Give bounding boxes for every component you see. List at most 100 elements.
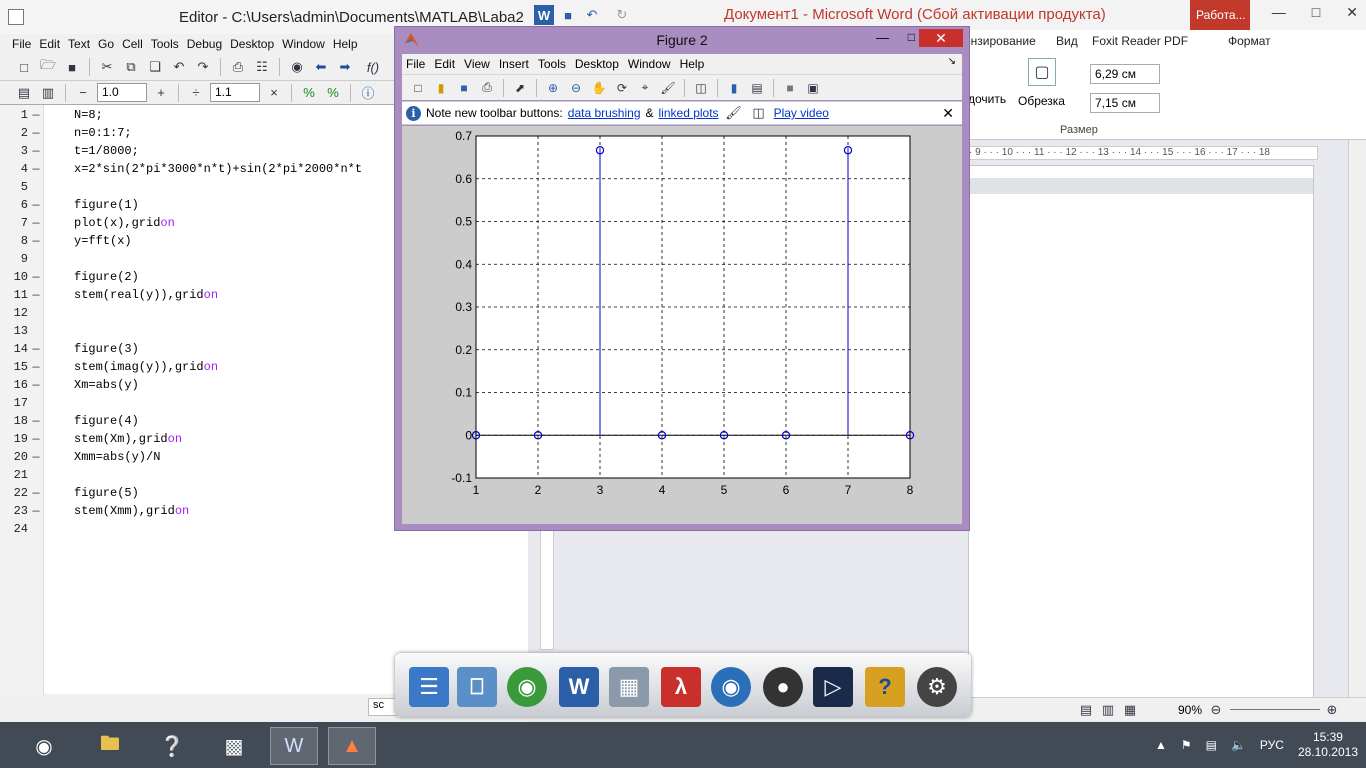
paste-icon[interactable]: ❏ (145, 57, 165, 77)
dock-globe-icon[interactable]: ◉ (711, 667, 751, 707)
fig-menu-desktop[interactable]: Desktop (575, 57, 619, 71)
crop-icon[interactable]: ▢ (1028, 58, 1056, 86)
code-line[interactable]: 2— n=0:1:7; (0, 126, 132, 144)
minus-icon[interactable]: − (73, 83, 93, 103)
code-line[interactable]: 7— plot(x),grid on (0, 216, 175, 234)
crop-label[interactable]: Обрезка (1018, 94, 1065, 108)
full-screen-icon[interactable]: ▥ (1098, 700, 1118, 720)
breakpoint-marker[interactable]: — (28, 486, 44, 500)
code-line[interactable]: 8— y=fft(x) (0, 234, 132, 252)
menu-edit[interactable]: Edit (39, 37, 60, 51)
menu-go[interactable]: Go (98, 37, 114, 51)
tab-review[interactable]: ензирование (964, 34, 1036, 48)
web-layout-icon[interactable]: ▦ (1120, 700, 1140, 720)
maximize-icon[interactable]: □ (1312, 4, 1320, 21)
breakpoint-marker[interactable]: — (28, 360, 44, 374)
zoom-level[interactable]: 90% (1178, 703, 1202, 717)
save-figure-icon[interactable]: ■ (454, 78, 474, 98)
minimize-icon[interactable]: — (876, 30, 889, 45)
code-line[interactable]: 5 (0, 180, 74, 198)
cell-percent-icon[interactable]: % (299, 83, 319, 103)
code-line[interactable]: 19— stem(Xm),grid on (0, 432, 182, 450)
pan-hand-icon[interactable]: ✋ (589, 78, 609, 98)
breakpoint-marker[interactable]: — (28, 378, 44, 392)
breakpoint-marker[interactable]: — (28, 216, 44, 230)
colorbar-icon[interactable]: ▮ (724, 78, 744, 98)
code-line[interactable]: 14— figure(3) (0, 342, 139, 360)
breakpoint-marker[interactable]: — (28, 414, 44, 428)
hide-plot-tools-icon[interactable]: ■ (780, 78, 800, 98)
stem-chart[interactable]: 1 2 3 4 5 6 7 8 -0.1 0 0.1 0.2 0.3 0.4 0.5 0.6 0.7 (402, 126, 962, 524)
figure-titlebar[interactable]: Figure 2 — □ ✕ (395, 27, 969, 53)
word-save-icon[interactable]: ■ (558, 5, 578, 25)
menu-file[interactable]: File (12, 37, 31, 51)
apps-icon[interactable]: ▩ (210, 727, 258, 765)
copy-icon[interactable]: ⧉ (121, 57, 141, 77)
breakpoint-marker[interactable]: — (28, 432, 44, 446)
print-icon[interactable]: ⎙ (228, 57, 248, 77)
breakpoint-marker[interactable]: — (28, 108, 44, 122)
close-icon[interactable]: ✕ (919, 29, 963, 47)
dock-arrow-icon[interactable]: ↘ (948, 56, 956, 67)
breakpoint-marker[interactable]: — (28, 450, 44, 464)
dock-archive-icon[interactable]: ▦ (609, 667, 649, 707)
play-video-link[interactable]: Play video (774, 106, 829, 120)
dock-computer-icon[interactable]: ⎕ (457, 667, 497, 707)
menu-debug[interactable]: Debug (187, 37, 222, 51)
shape-height-field[interactable]: 6,29 см (1090, 64, 1160, 84)
code-line[interactable]: 18— figure(4) (0, 414, 139, 432)
code-line[interactable]: 13 (0, 324, 74, 342)
zoom-in-icon[interactable]: ⊕ (1322, 700, 1342, 720)
code-line[interactable]: 4— x=2*sin(2*pi*3000*n*t)+sin(2*pi*2000*n… (0, 162, 362, 180)
fig-menu-window[interactable]: Window (628, 57, 671, 71)
start-orb-icon[interactable]: ◉ (20, 727, 68, 765)
find-icon[interactable]: ☷ (252, 57, 272, 77)
redo-icon[interactable]: ↷ (193, 57, 213, 77)
function-icon[interactable]: f() (359, 57, 387, 77)
minimize-icon[interactable]: — (1272, 4, 1286, 21)
print-layout-icon[interactable]: ▤ (1076, 700, 1096, 720)
code-line[interactable]: 23— stem(Xmm),grid on (0, 504, 190, 522)
linked-plots-link[interactable]: linked plots (659, 106, 719, 120)
breakpoint-marker[interactable]: — (28, 126, 44, 140)
open-folder-icon[interactable]: 🗁 (38, 57, 58, 77)
new-figure-icon[interactable]: □ (408, 78, 428, 98)
print-figure-icon[interactable]: ⎙ (477, 78, 497, 98)
code-line[interactable]: 21 (0, 468, 74, 486)
legend-icon[interactable]: ▤ (747, 78, 767, 98)
zoom-out-icon[interactable]: ⊖ (566, 78, 586, 98)
code-line[interactable]: 6— figure(1) (0, 198, 139, 216)
code-line[interactable]: 22— figure(5) (0, 486, 139, 504)
forward-arrow-icon[interactable]: ➡ (335, 57, 355, 77)
menu-desktop[interactable]: Desktop (230, 37, 274, 51)
help-center-icon[interactable]: ❔ (148, 727, 196, 765)
document-page[interactable] (968, 165, 1314, 700)
open-file-icon[interactable]: ▮ (431, 78, 451, 98)
word-redo-icon[interactable]: ↻ (612, 5, 632, 25)
word-taskbar-icon[interactable]: W (270, 727, 318, 765)
tray-up-arrow-icon[interactable]: ▲ (1155, 738, 1167, 752)
link-plot-icon[interactable]: ◫ (691, 78, 711, 98)
zoom-out-icon[interactable]: ⊖ (1206, 700, 1226, 720)
plot-area[interactable]: 1 2 3 4 5 6 7 8 -0.1 0 0.1 0.2 0.3 0.4 0.5 0.6 0.7 (402, 126, 962, 524)
zoom-in-icon[interactable]: ⊕ (543, 78, 563, 98)
vertical-scrollbar[interactable] (1348, 140, 1366, 700)
dock-word-icon[interactable]: W (559, 667, 599, 707)
dock-chrome-icon[interactable]: ◉ (507, 667, 547, 707)
cell-eval-icon[interactable]: ▤ (14, 83, 34, 103)
close-note-icon[interactable]: ✕ (942, 105, 954, 122)
explorer-icon[interactable]: 🖿 (86, 727, 134, 765)
fig-menu-insert[interactable]: Insert (499, 57, 529, 71)
dock-list-app-icon[interactable]: ☰ (409, 667, 449, 707)
fig-menu-edit[interactable]: Edit (434, 57, 455, 71)
cell-decrement-field[interactable]: 1.0 (97, 83, 147, 102)
new-file-icon[interactable]: □ (14, 57, 34, 77)
zoom-slider[interactable] (1230, 709, 1320, 710)
cell-eval-advance-icon[interactable]: ▥ (38, 83, 58, 103)
code-line[interactable]: 20— Xmm=abs(y)/N (0, 450, 161, 468)
breakpoint-marker[interactable]: — (28, 198, 44, 212)
menu-cell[interactable]: Cell (122, 37, 143, 51)
code-line[interactable]: 15— stem(imag(y)),grid on (0, 360, 218, 378)
undo-icon[interactable]: ↶ (169, 57, 189, 77)
tab-view[interactable]: Вид (1056, 34, 1078, 48)
